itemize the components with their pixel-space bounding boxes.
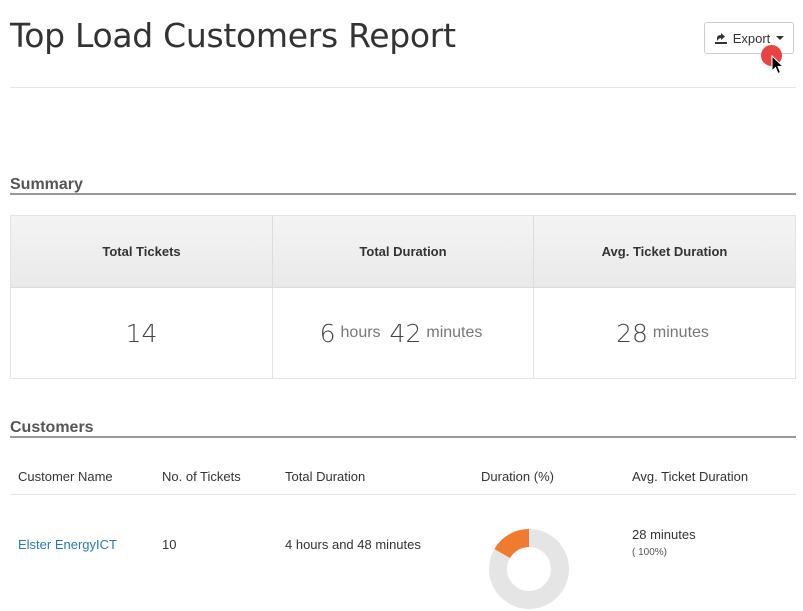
duration-donut <box>489 529 569 609</box>
export-icon <box>714 33 727 44</box>
header-avg-duration: Avg. Ticket Duration <box>534 216 795 288</box>
page-title: Top Load Customers Report <box>10 16 456 55</box>
col-customer-name[interactable]: Customer Name <box>18 469 113 484</box>
total-tickets-number: 14 <box>125 318 158 348</box>
header-total-duration: Total Duration <box>273 216 534 288</box>
total-duration-value: 6 hours 42 minutes <box>273 288 534 378</box>
summary-table: Total Tickets Total Duration Avg. Ticket… <box>10 215 796 379</box>
customers-divider <box>10 436 796 438</box>
avg-duration-value: 28 minutes <box>534 288 795 378</box>
col-avg-duration[interactable]: Avg. Ticket Duration <box>632 469 748 484</box>
avg-duration-cell: 28 minutes <box>632 527 696 542</box>
total-duration-hours-unit: hours <box>340 324 381 341</box>
summary-title: Summary <box>10 176 83 193</box>
summary-divider <box>10 193 796 195</box>
header-total-tickets: Total Tickets <box>11 216 273 288</box>
customers-table-header: Customer Name No. of Tickets Total Durat… <box>10 460 796 495</box>
mouse-pointer-icon <box>771 55 785 75</box>
table-row: Elster EnergyICT 10 4 hours and 48 minut… <box>10 495 796 609</box>
customers-title: Customers <box>10 419 94 436</box>
total-duration-minutes-unit: minutes <box>426 324 483 341</box>
caret-down-icon <box>776 36 785 40</box>
col-total-duration[interactable]: Total Duration <box>285 469 365 484</box>
total-duration-minutes: 42 <box>389 318 422 348</box>
total-tickets-value: 14 <box>11 288 273 378</box>
col-duration-pct[interactable]: Duration (%) <box>481 469 554 484</box>
header-divider <box>10 87 796 88</box>
ticket-count: 10 <box>162 537 177 552</box>
export-label: Export <box>732 30 771 46</box>
avg-duration-pct: ( 100%) <box>632 547 668 558</box>
total-duration-hours: 6 <box>319 318 336 348</box>
avg-duration-minutes: 28 <box>616 318 648 348</box>
total-duration-cell: 4 hours and 48 minutes <box>285 537 421 552</box>
customer-link[interactable]: Elster EnergyICT <box>18 537 117 552</box>
avg-duration-minutes-unit: minutes <box>652 324 709 341</box>
col-tickets[interactable]: No. of Tickets <box>162 469 241 484</box>
